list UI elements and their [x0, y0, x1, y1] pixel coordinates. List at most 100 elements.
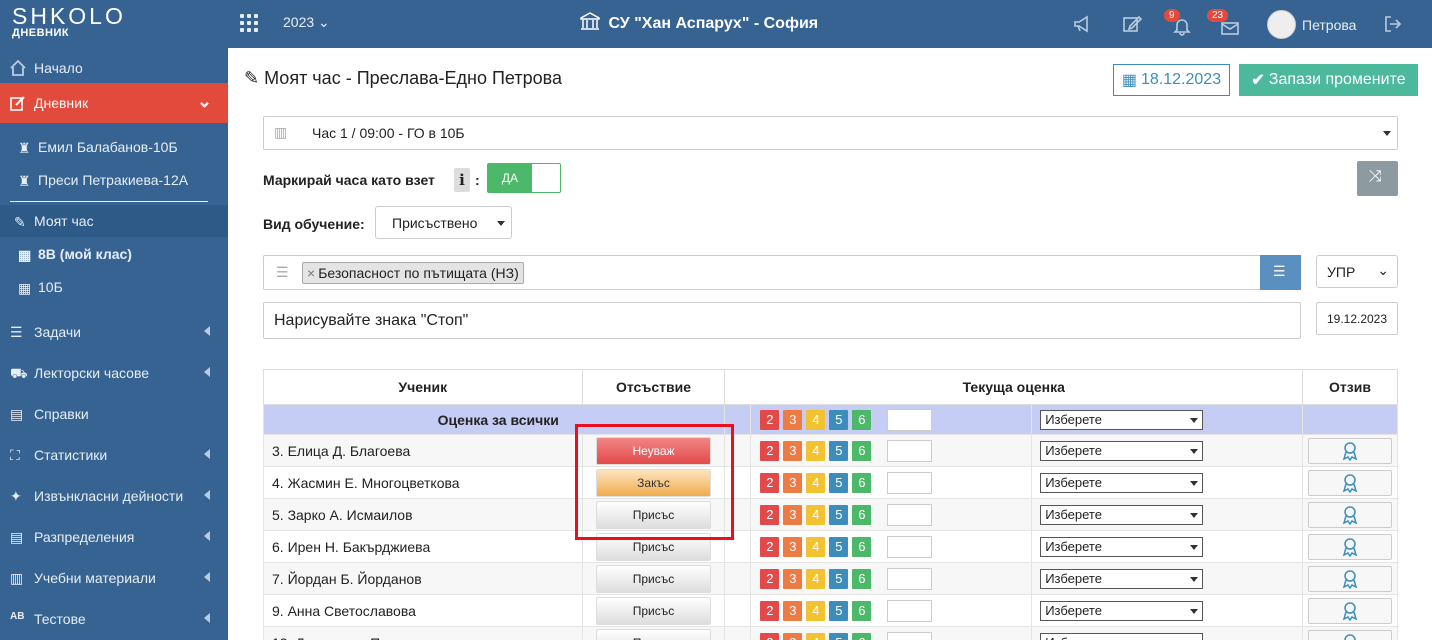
grade-2-button[interactable]: 2: [760, 409, 780, 430]
grade-4-button[interactable]: 4: [806, 472, 826, 493]
sidebar-item-tasks[interactable]: ☰ Задачи: [0, 312, 228, 352]
edit-icon[interactable]: [1122, 14, 1142, 34]
grade-2-button[interactable]: 2: [760, 472, 780, 493]
grade-4-button[interactable]: 4: [806, 409, 826, 430]
grade-select[interactable]: Изберете: [1040, 409, 1204, 430]
sidebar-item-diary[interactable]: Дневник ⌄: [0, 83, 228, 123]
topic-input[interactable]: ☰ × Безопасност по пътищата (НЗ): [263, 255, 1261, 290]
grade-input[interactable]: [887, 567, 933, 590]
grade-input[interactable]: [887, 631, 933, 640]
sidebar-item-10b[interactable]: ▦ 10Б: [0, 271, 228, 303]
grade-input[interactable]: [887, 503, 933, 526]
lesson-select[interactable]: ▥ Час 1 / 09:00 - ГО в 10Б: [263, 116, 1398, 150]
grade-5-button[interactable]: 5: [829, 632, 849, 640]
grade-3-button[interactable]: 3: [783, 504, 803, 525]
feedback-button[interactable]: [1307, 437, 1392, 464]
remove-tag-icon[interactable]: ×: [307, 265, 315, 281]
grade-5-button[interactable]: 5: [829, 504, 849, 525]
grade-select[interactable]: Изберете: [1040, 504, 1204, 525]
grade-6-button[interactable]: 6: [852, 568, 872, 589]
grade-4-button[interactable]: 4: [806, 536, 826, 557]
feedback-button[interactable]: [1307, 597, 1392, 624]
grade-4-button[interactable]: 4: [806, 440, 826, 461]
sidebar-item-tests[interactable]: AB Тестове: [0, 599, 228, 639]
grade-4-button[interactable]: 4: [806, 632, 826, 640]
username[interactable]: Петрова: [1302, 17, 1356, 33]
year-selector[interactable]: 2023 ⌄: [283, 14, 330, 31]
grade-2-button[interactable]: 2: [760, 536, 780, 557]
feedback-button[interactable]: [1307, 469, 1392, 496]
grade-3-button[interactable]: 3: [783, 472, 803, 493]
grade-6-button[interactable]: 6: [852, 600, 872, 621]
grade-2-button[interactable]: 2: [760, 504, 780, 525]
grade-6-button[interactable]: 6: [852, 409, 872, 430]
grade-5-button[interactable]: 5: [829, 536, 849, 557]
logo[interactable]: SHKOLO ДНЕВНИК: [12, 5, 187, 40]
grade-input[interactable]: [887, 599, 933, 622]
grade-5-button[interactable]: 5: [829, 568, 849, 589]
grade-input[interactable]: [887, 408, 933, 431]
upr-select[interactable]: УПР ⌄: [1316, 255, 1398, 288]
grade-3-button[interactable]: 3: [783, 568, 803, 589]
feedback-button[interactable]: [1307, 501, 1392, 528]
grade-select[interactable]: Изберете: [1040, 568, 1204, 589]
apps-grid-icon[interactable]: [240, 14, 258, 32]
grade-select[interactable]: Изберете: [1040, 632, 1204, 640]
sidebar-sub-emil[interactable]: ♜ Емил Балабанов-10Б: [0, 131, 228, 163]
grade-5-button[interactable]: 5: [829, 472, 849, 493]
sidebar-item-distributions[interactable]: ▤ Разпределения: [0, 517, 228, 557]
grade-select[interactable]: Изберете: [1040, 472, 1204, 493]
sidebar-item-extracurricular[interactable]: ✦ Извънкласни дейности: [0, 476, 228, 516]
grade-3-button[interactable]: 3: [783, 632, 803, 640]
grade-6-button[interactable]: 6: [852, 472, 872, 493]
topic-tag[interactable]: × Безопасност по пътищата (НЗ): [302, 262, 524, 284]
grade-input[interactable]: [887, 471, 933, 494]
topic-list-button[interactable]: ☰: [1260, 255, 1301, 290]
grade-input[interactable]: [887, 535, 933, 558]
grade-4-button[interactable]: 4: [806, 568, 826, 589]
absence-button[interactable]: Присъс: [596, 596, 712, 625]
homework-textarea[interactable]: Нарисувайте знака "Стоп": [263, 302, 1301, 339]
feedback-button[interactable]: [1307, 533, 1392, 560]
mode-select[interactable]: Присъствено: [375, 206, 512, 239]
megaphone-icon[interactable]: [1072, 14, 1092, 34]
taken-toggle[interactable]: ДА: [487, 163, 561, 193]
date-button[interactable]: ▦ 18.12.2023: [1113, 64, 1230, 96]
sidebar-item-myclass[interactable]: ▦ 8В (мой клас): [0, 238, 228, 270]
grade-3-button[interactable]: 3: [783, 409, 803, 430]
logout-icon[interactable]: [1383, 14, 1403, 34]
grade-2-button[interactable]: 2: [760, 600, 780, 621]
grade-select[interactable]: Изберете: [1040, 600, 1204, 621]
grade-2-button[interactable]: 2: [760, 568, 780, 589]
absence-button[interactable]: Присъс: [596, 628, 712, 640]
grade-2-button[interactable]: 2: [760, 440, 780, 461]
grade-input[interactable]: [887, 439, 933, 462]
grade-4-button[interactable]: 4: [806, 600, 826, 621]
grade-6-button[interactable]: 6: [852, 536, 872, 557]
feedback-button[interactable]: [1307, 629, 1392, 640]
grade-select[interactable]: Изберете: [1040, 536, 1204, 557]
grade-2-button[interactable]: 2: [760, 632, 780, 640]
grade-6-button[interactable]: 6: [852, 440, 872, 461]
absence-button[interactable]: Присъс: [596, 564, 712, 593]
grade-5-button[interactable]: 5: [829, 409, 849, 430]
grade-6-button[interactable]: 6: [852, 504, 872, 525]
grade-select[interactable]: Изберете: [1040, 440, 1204, 461]
grade-3-button[interactable]: 3: [783, 440, 803, 461]
feedback-button[interactable]: [1307, 565, 1392, 592]
sidebar-item-myhour[interactable]: ✎ Моят час: [0, 205, 228, 237]
sidebar-item-reports[interactable]: ▤ Справки: [0, 394, 228, 434]
grade-3-button[interactable]: 3: [783, 536, 803, 557]
sidebar-item-materials[interactable]: ▥ Учебни материали: [0, 558, 228, 598]
sidebar-item-stats[interactable]: ⛶ Статистики: [0, 435, 228, 475]
due-date-input[interactable]: 19.12.2023: [1316, 302, 1398, 335]
sidebar-item-lectures[interactable]: ⛟ Лекторски часове: [0, 353, 228, 393]
grade-5-button[interactable]: 5: [829, 440, 849, 461]
avatar[interactable]: [1267, 10, 1296, 39]
sidebar-sub-presi[interactable]: ♜ Преси Петракиева-12А: [0, 164, 228, 196]
grade-3-button[interactable]: 3: [783, 600, 803, 621]
save-button[interactable]: ✔ Запази промените: [1239, 64, 1418, 96]
grade-6-button[interactable]: 6: [852, 632, 872, 640]
grade-4-button[interactable]: 4: [806, 504, 826, 525]
sidebar-item-home[interactable]: Начало: [0, 48, 228, 88]
